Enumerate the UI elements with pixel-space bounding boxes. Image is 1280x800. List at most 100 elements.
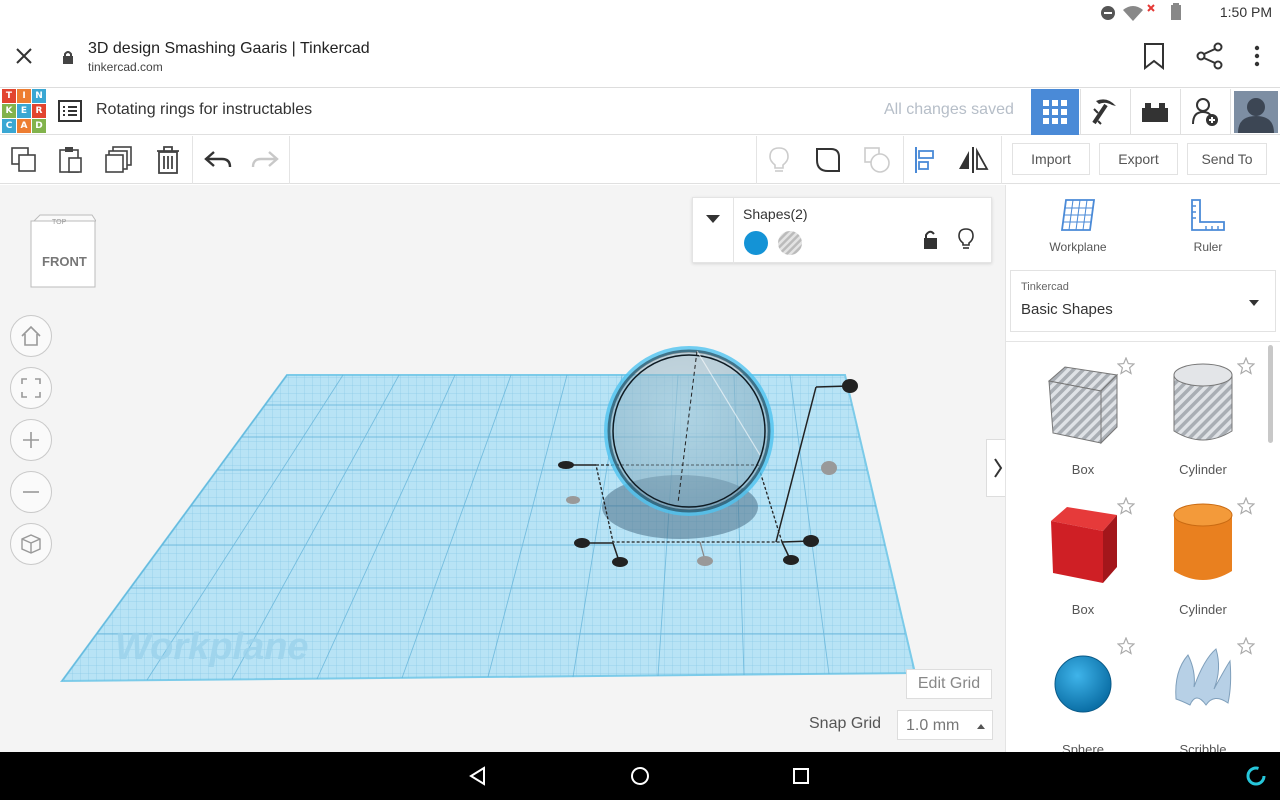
home-nav-icon[interactable] xyxy=(629,765,651,787)
bricks-view-button[interactable] xyxy=(1130,89,1178,135)
share-icon[interactable] xyxy=(1196,42,1224,70)
fit-view-button[interactable] xyxy=(10,367,52,409)
group-button[interactable] xyxy=(814,146,842,174)
logo-tile: C xyxy=(2,119,16,133)
android-nav-bar xyxy=(0,752,1280,800)
redo-button[interactable] xyxy=(251,146,279,174)
zoom-out-button[interactable] xyxy=(10,471,52,513)
logo-tile: R xyxy=(32,104,46,118)
import-button[interactable]: Import xyxy=(1012,143,1090,175)
collapse-inspector-icon[interactable] xyxy=(705,214,721,224)
caret-up-icon xyxy=(977,724,985,729)
perspective-button[interactable] xyxy=(10,523,52,565)
3d-canvas[interactable]: Workplane TOP FRONT Edit Grid Snap Grid … xyxy=(0,185,1005,752)
show-all-button[interactable] xyxy=(765,146,793,174)
chevron-right-icon xyxy=(994,458,1003,478)
paste-button[interactable] xyxy=(57,146,85,174)
inspector-divider xyxy=(733,198,734,264)
shape-item-sphere[interactable]: Sphere xyxy=(1023,631,1143,752)
trash-icon xyxy=(157,146,179,174)
undo-button[interactable] xyxy=(204,146,232,174)
shape-item-box[interactable]: Box xyxy=(1023,491,1143,631)
back-icon[interactable] xyxy=(468,766,488,786)
edit-grid-button[interactable]: Edit Grid xyxy=(906,669,992,699)
align-button[interactable] xyxy=(912,146,940,174)
send-to-button[interactable]: Send To xyxy=(1187,143,1267,175)
mirror-icon xyxy=(959,147,989,173)
cube-icon xyxy=(21,534,41,554)
assistant-icon[interactable] xyxy=(1245,765,1267,787)
library-name: Basic Shapes xyxy=(1021,301,1113,318)
scrollbar-thumb[interactable] xyxy=(1268,345,1273,443)
group-icon xyxy=(816,148,840,172)
chevron-down-icon xyxy=(1249,300,1259,306)
blue-sphere-icon xyxy=(1023,651,1143,717)
copy-button[interactable] xyxy=(10,146,38,174)
delete-button[interactable] xyxy=(154,146,182,174)
favorite-star-icon[interactable] xyxy=(1116,636,1136,660)
favorite-star-icon[interactable] xyxy=(1116,496,1136,520)
shape-library-select[interactable]: Tinkercad Basic Shapes xyxy=(1010,270,1276,332)
view-cube-front-label[interactable]: FRONT xyxy=(42,254,87,269)
minecraft-view-button[interactable] xyxy=(1080,89,1128,135)
pickaxe-icon xyxy=(1091,99,1116,125)
duplicate-button[interactable] xyxy=(105,146,133,174)
page-url[interactable]: tinkercad.com xyxy=(88,60,163,74)
shape-item-box[interactable]: Box xyxy=(1023,351,1143,491)
lock-icon[interactable] xyxy=(923,230,939,250)
panel-toggle-button[interactable] xyxy=(986,439,1005,497)
3d-view-button[interactable] xyxy=(1031,89,1079,135)
invite-button[interactable] xyxy=(1180,89,1228,135)
favorite-star-icon[interactable] xyxy=(1236,636,1256,660)
shape-item-scribble[interactable]: Scribble xyxy=(1143,631,1263,752)
shape-item-cylinder[interactable]: Cylinder xyxy=(1143,351,1263,491)
zoom-in-button[interactable] xyxy=(10,419,52,461)
ruler-tool-label: Ruler xyxy=(1193,240,1223,254)
hole-button[interactable] xyxy=(777,230,803,256)
app-header: T I N K E R C A D Rotating rings for ins… xyxy=(0,89,1280,135)
grid-icon xyxy=(1043,100,1067,124)
ungroup-button[interactable] xyxy=(863,146,891,174)
workplane-scene[interactable]: Workplane xyxy=(0,185,1005,752)
shapes-panel: Workplane Ruler Tinkercad Basic Shapes B… xyxy=(1005,185,1280,752)
toolbar-divider xyxy=(192,136,193,184)
clock: 1:50 PM xyxy=(1219,4,1272,20)
wifi-icon xyxy=(1123,6,1143,21)
solid-color-button[interactable] xyxy=(743,230,769,256)
bookmark-icon[interactable] xyxy=(1142,42,1166,70)
tinkercad-logo[interactable]: T I N K E R C A D xyxy=(2,89,46,133)
home-icon xyxy=(21,325,41,346)
logo-tile: I xyxy=(17,89,31,103)
shape-item-cylinder[interactable]: Cylinder xyxy=(1143,491,1263,631)
design-list-icon[interactable] xyxy=(58,100,82,122)
more-options-icon[interactable] xyxy=(1248,44,1266,68)
workplane-tool[interactable]: Workplane xyxy=(1033,195,1123,257)
view-cube-top-label[interactable]: TOP xyxy=(52,219,66,226)
ruler-tool[interactable]: Ruler xyxy=(1163,195,1253,257)
shape-item-label: Scribble xyxy=(1179,742,1227,752)
favorite-star-icon[interactable] xyxy=(1116,356,1136,380)
lightbulb-icon[interactable] xyxy=(957,228,975,250)
view-cube[interactable]: TOP FRONT xyxy=(30,213,97,289)
snap-grid-value: 1.0 mm xyxy=(906,717,960,734)
shape-item-label: Box xyxy=(1071,462,1095,477)
logo-tile: A xyxy=(17,119,31,133)
browser-toolbar: 3D design Smashing Gaaris | Tinkercad ti… xyxy=(0,26,1280,88)
battery-icon xyxy=(1171,3,1181,20)
ungroup-icon xyxy=(864,147,890,173)
edit-toolbar: Import Export Send To xyxy=(0,136,1280,184)
favorite-star-icon[interactable] xyxy=(1236,356,1256,380)
home-view-button[interactable] xyxy=(10,315,52,357)
close-icon[interactable] xyxy=(14,46,34,66)
minus-icon xyxy=(23,491,39,493)
snap-grid-label: Snap Grid xyxy=(809,715,882,732)
favorite-star-icon[interactable] xyxy=(1236,496,1256,520)
shape-item-label: Cylinder xyxy=(1179,602,1227,617)
mirror-button[interactable] xyxy=(957,146,989,174)
design-title[interactable]: Rotating rings for instructables xyxy=(96,101,312,119)
undo-icon xyxy=(204,151,232,168)
export-button[interactable]: Export xyxy=(1099,143,1178,175)
snap-grid-select[interactable]: 1.0 mm xyxy=(897,710,993,740)
user-avatar[interactable] xyxy=(1230,89,1280,135)
recents-icon[interactable] xyxy=(792,767,810,785)
